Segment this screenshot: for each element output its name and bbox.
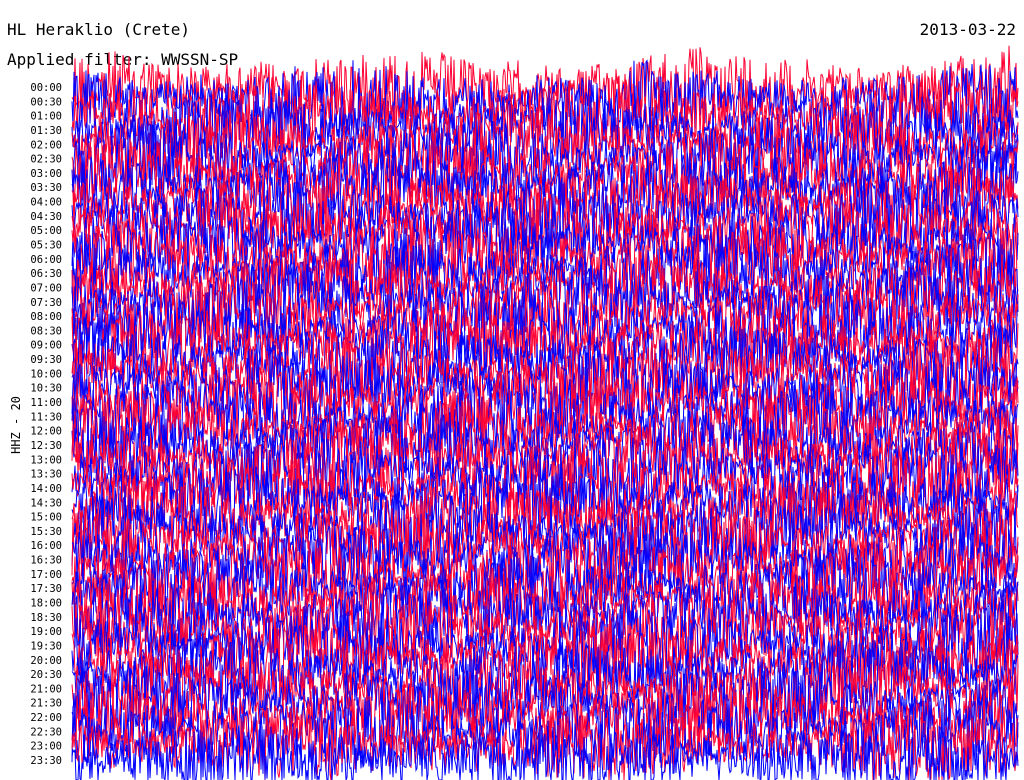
row-time-label: 11:00: [30, 397, 62, 409]
row-time-label: 20:00: [30, 655, 62, 667]
row-time-label: 01:00: [30, 111, 62, 123]
helicorder-plot: 00:00 00:30 01:00 01:30 02:00 02:30 03:00 03:30…: [30, 45, 1019, 780]
row-time-label: 14:30: [30, 497, 62, 509]
row-time-label: 15:30: [30, 526, 62, 538]
row-time-label: 21:00: [30, 683, 62, 695]
row-time-label: 17:00: [30, 569, 62, 581]
row-time-label: 13:30: [30, 469, 62, 481]
row-time-label: 06:30: [30, 268, 62, 280]
row-time-label: 00:00: [30, 82, 62, 94]
row-time-label: 05:00: [30, 225, 62, 237]
row-time-label: 22:30: [30, 726, 62, 738]
row-time-label: 15:00: [30, 512, 62, 524]
row-time-label: 12:00: [30, 426, 62, 438]
row-time-label: 02:00: [30, 139, 62, 151]
row-time-label: 17:30: [30, 583, 62, 595]
row-time-label: 09:30: [30, 354, 62, 366]
row-time-label: 05:30: [30, 240, 62, 252]
row-time-label: 10:00: [30, 368, 62, 380]
row-time-label: 16:30: [30, 555, 62, 567]
row-time-label: 18:00: [30, 597, 62, 609]
row-time-label: 22:00: [30, 712, 62, 724]
row-time-label: 23:00: [30, 741, 62, 753]
row-time-label: 07:00: [30, 282, 62, 294]
row-time-label: 10:30: [30, 383, 62, 395]
row-time-label: 09:00: [30, 340, 62, 352]
row-time-label: 13:00: [30, 454, 62, 466]
row-time-label: 06:00: [30, 254, 62, 266]
row-time-label: 18:30: [30, 612, 62, 624]
row-time-label: 19:00: [30, 626, 62, 638]
row-time-label: 21:30: [30, 698, 62, 710]
row-time-label: 08:00: [30, 311, 62, 323]
row-time-label: 12:30: [30, 440, 62, 452]
row-time-label: 19:30: [30, 640, 62, 652]
row-time-label: 16:00: [30, 540, 62, 552]
row-time-label: 02:30: [30, 154, 62, 166]
row-time-label: 01:30: [30, 125, 62, 137]
row-time-label: 04:00: [30, 197, 62, 209]
row-time-label: 03:00: [30, 168, 62, 180]
row-time-label: 00:30: [30, 96, 62, 108]
row-time-label: 03:30: [30, 182, 62, 194]
row-time-label: 23:30: [30, 755, 62, 767]
row-time-label: 20:30: [30, 669, 62, 681]
row-time-label: 11:30: [30, 411, 62, 423]
row-time-label: 14:00: [30, 483, 62, 495]
row-time-label: 07:30: [30, 297, 62, 309]
row-time-label: 04:30: [30, 211, 62, 223]
row-time-label: 08:30: [30, 325, 62, 337]
